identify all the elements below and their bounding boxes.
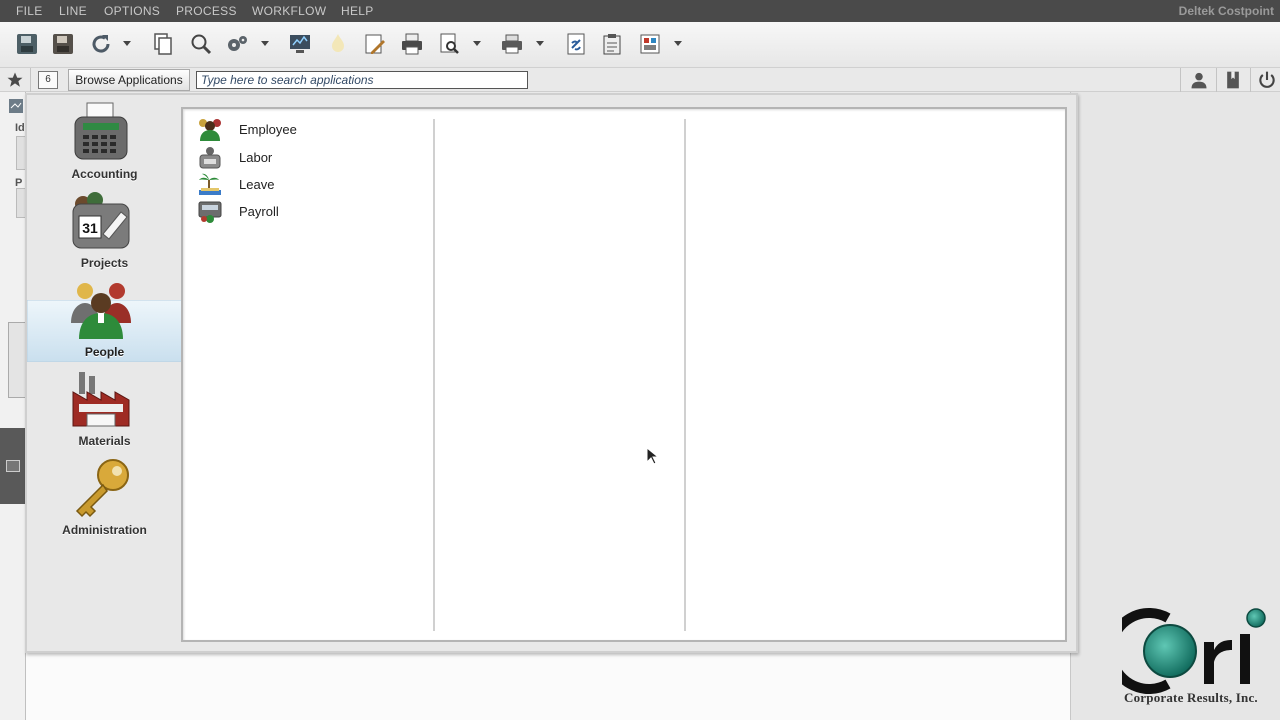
gears-icon[interactable]: [224, 31, 250, 57]
app-label: Leave: [239, 177, 275, 192]
app-label: Payroll: [239, 204, 279, 219]
category-projects[interactable]: 31 Projects: [27, 188, 182, 274]
leave-icon: [199, 173, 221, 195]
category-label: Projects: [80, 256, 129, 270]
menu-line[interactable]: LINE: [59, 4, 87, 18]
favorites-star-icon[interactable]: [6, 71, 24, 89]
save-icon[interactable]: [14, 31, 40, 57]
category-people[interactable]: People: [27, 277, 182, 363]
menu-help[interactable]: HELP: [341, 4, 374, 18]
appbar-divider: [30, 68, 31, 92]
category-label: Accounting: [71, 167, 138, 181]
category-label: People: [84, 345, 125, 359]
payroll-icon: [198, 201, 222, 223]
refresh-dropdown-icon[interactable]: [122, 38, 132, 48]
accounting-icon: [74, 102, 128, 160]
preview-dropdown-icon[interactable]: [472, 38, 482, 48]
calendar-button[interactable]: 6: [38, 71, 58, 89]
search-applications-input[interactable]: [196, 71, 528, 89]
side-tab-icon[interactable]: [6, 460, 20, 472]
gears-dropdown-icon[interactable]: [260, 38, 270, 48]
appbar-divider: [1216, 68, 1217, 92]
toolbar: [0, 22, 1280, 68]
menu-process[interactable]: PROCESS: [176, 4, 237, 18]
clipboard-icon[interactable]: [599, 31, 625, 57]
refresh-icon[interactable]: [88, 31, 114, 57]
printer-icon[interactable]: [499, 31, 525, 57]
app-item-employee[interactable]: Employee: [197, 117, 427, 141]
menu-workflow[interactable]: WORKFLOW: [252, 4, 326, 18]
search-icon[interactable]: [188, 31, 214, 57]
app-bar: 6 Browse Applications: [0, 68, 1280, 92]
materials-icon: [72, 372, 130, 427]
form-fragment-label: Id: [15, 122, 25, 134]
save-continue-icon[interactable]: [50, 31, 76, 57]
app-label: Labor: [239, 150, 273, 165]
projects-icon: 31: [72, 192, 130, 249]
category-accounting[interactable]: Accounting: [27, 99, 182, 185]
browse-applications-panel: Accounting 31 Projects People Materials …: [25, 93, 1078, 653]
edit-note-icon[interactable]: [362, 31, 388, 57]
app-title: Deltek Costpoint: [1178, 4, 1274, 18]
menu-file[interactable]: FILE: [16, 4, 43, 18]
category-label: Materials: [78, 434, 131, 448]
category-administration[interactable]: Administration: [27, 455, 182, 541]
printer-dropdown-icon[interactable]: [535, 38, 545, 48]
power-icon[interactable]: [1256, 70, 1278, 90]
menu-options[interactable]: OPTIONS: [104, 4, 160, 18]
linked-doc-icon[interactable]: [563, 31, 589, 57]
report-icon[interactable]: [637, 31, 663, 57]
print-preview-icon[interactable]: [437, 31, 463, 57]
labor-icon: [199, 147, 221, 169]
category-nav: Accounting 31 Projects People Materials …: [27, 95, 193, 651]
logo-company-name: Corporate Results, Inc.: [1124, 690, 1258, 705]
menu-bar: FILE LINE OPTIONS PROCESS WORKFLOW HELP …: [0, 0, 1280, 22]
category-materials[interactable]: Materials: [27, 366, 182, 452]
people-icon: [71, 283, 131, 339]
app-item-labor[interactable]: Labor: [197, 145, 427, 169]
app-label: Employee: [239, 122, 297, 137]
form-field-fragment: [8, 322, 26, 398]
appbar-divider: [1250, 68, 1251, 92]
app-item-payroll[interactable]: Payroll: [197, 199, 427, 223]
monitor-icon[interactable]: [287, 31, 313, 57]
background-bottom-area: [26, 652, 1070, 720]
category-label: Administration: [62, 523, 147, 537]
administration-icon: [75, 459, 129, 518]
flame-icon: [325, 31, 351, 57]
form-icon: [9, 99, 23, 113]
copy-icon[interactable]: [150, 31, 176, 57]
bookmark-book-icon[interactable]: [1222, 70, 1244, 90]
employee-icon: [199, 119, 221, 141]
projects-calendar-number: 31: [82, 220, 98, 236]
user-icon[interactable]: [1188, 70, 1210, 90]
column-divider: [684, 119, 686, 631]
background-form-strip: Id P: [0, 92, 26, 720]
mouse-cursor-icon: [646, 447, 658, 465]
application-list: Employee Labor Leave Payroll: [181, 107, 1067, 642]
appbar-divider: [1180, 68, 1181, 92]
print-icon[interactable]: [399, 31, 425, 57]
app-item-leave[interactable]: Leave: [197, 172, 427, 196]
report-dropdown-icon[interactable]: [673, 38, 683, 48]
column-divider: [433, 119, 435, 631]
browse-applications-button[interactable]: Browse Applications: [68, 69, 190, 91]
